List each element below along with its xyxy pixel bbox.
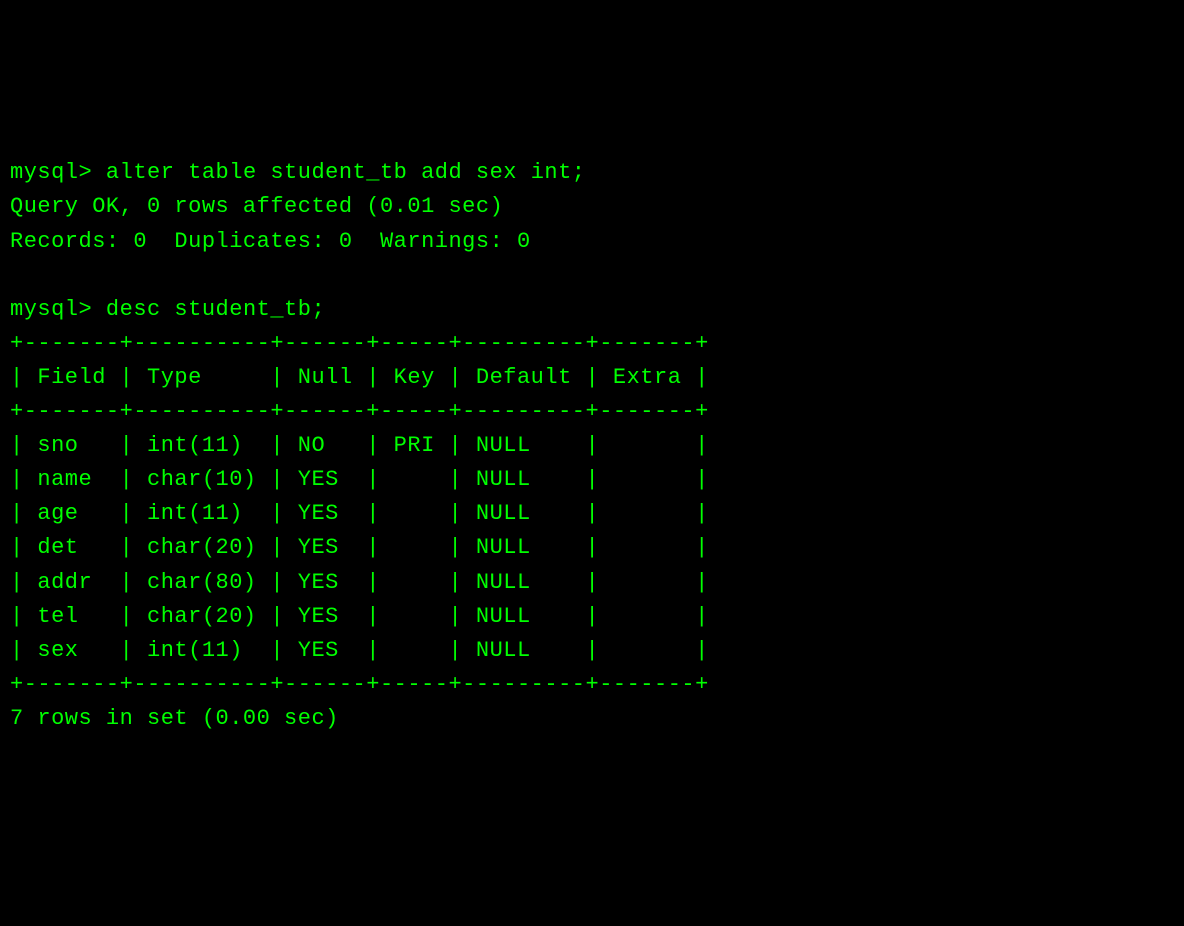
table-header: | Field | Type | Null | Key | Default | … (10, 365, 709, 390)
table-row: | addr | char(80) | YES | | NULL | | (10, 570, 709, 595)
sql-command-alter: alter table student_tb add sex int; (106, 160, 586, 185)
sql-command-desc: desc student_tb; (106, 297, 325, 322)
mysql-prompt: mysql> (10, 297, 106, 322)
table-row: | sno | int(11) | NO | PRI | NULL | | (10, 433, 709, 458)
table-row: | name | char(10) | YES | | NULL | | (10, 467, 709, 492)
table-row: | tel | char(20) | YES | | NULL | | (10, 604, 709, 629)
mysql-prompt: mysql> (10, 160, 106, 185)
table-border-mid: +-------+----------+------+-----+-------… (10, 399, 709, 424)
terminal-output: mysql> alter table student_tb add sex in… (10, 156, 1174, 736)
query-result-line1: Query OK, 0 rows affected (0.01 sec) (10, 194, 503, 219)
table-border-top: +-------+----------+------+-----+-------… (10, 331, 709, 356)
table-row: | age | int(11) | YES | | NULL | | (10, 501, 709, 526)
table-row: | det | char(20) | YES | | NULL | | (10, 535, 709, 560)
table-border-bottom: +-------+----------+------+-----+-------… (10, 672, 709, 697)
query-result-line2: Records: 0 Duplicates: 0 Warnings: 0 (10, 229, 531, 254)
table-row: | sex | int(11) | YES | | NULL | | (10, 638, 709, 663)
result-footer: 7 rows in set (0.00 sec) (10, 706, 339, 731)
